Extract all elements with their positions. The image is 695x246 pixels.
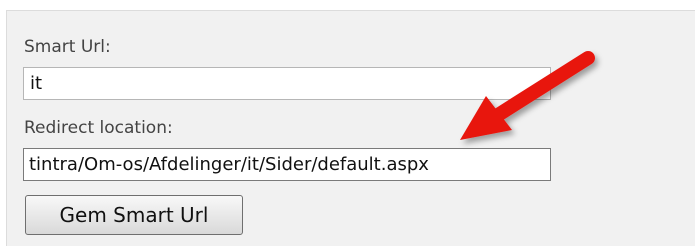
red-arrow-icon <box>460 51 595 140</box>
save-smart-url-button[interactable]: Gem Smart Url <box>25 195 243 235</box>
redirect-location-label: Redirect location: <box>24 118 173 138</box>
smart-url-label: Smart Url: <box>24 37 111 57</box>
